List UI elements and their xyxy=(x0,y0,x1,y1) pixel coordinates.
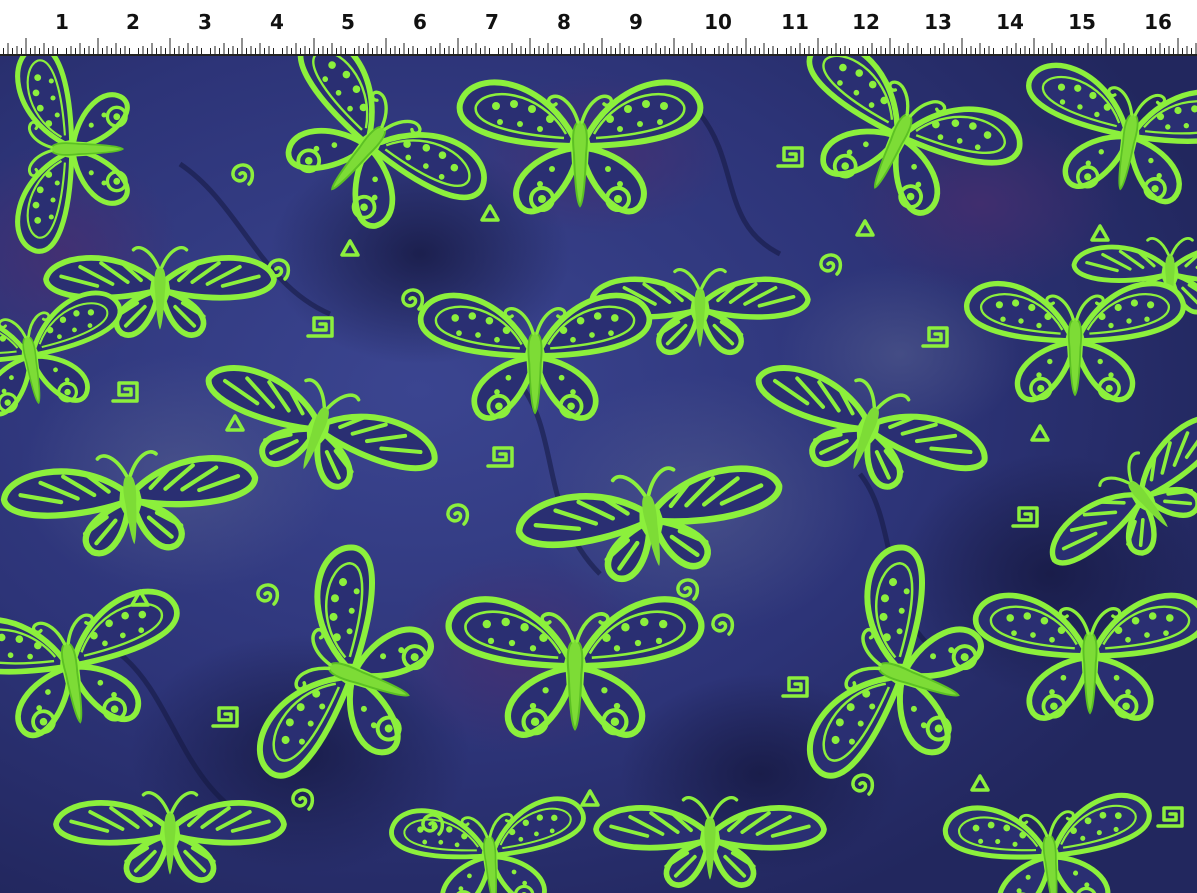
ruler-number: 1 xyxy=(55,10,69,34)
ruler-number: 16 xyxy=(1144,10,1172,34)
ruler-number: 7 xyxy=(485,10,499,34)
ruler-number: 12 xyxy=(852,10,880,34)
ruler-number: 6 xyxy=(413,10,427,34)
ruler-number: 9 xyxy=(629,10,643,34)
ruler-number: 3 xyxy=(198,10,212,34)
batik-fabric-pattern xyxy=(0,54,1197,893)
ruler-number: 15 xyxy=(1068,10,1096,34)
fabric-swatch-image: 1 2 3 4 5 6 7 8 9 10 11 12 13 14 15 16 xyxy=(0,0,1197,893)
inch-ruler: 1 2 3 4 5 6 7 8 9 10 11 12 13 14 15 16 xyxy=(0,0,1197,56)
ruler-number: 11 xyxy=(781,10,809,34)
ruler-number: 5 xyxy=(341,10,355,34)
ruler-number: 4 xyxy=(270,10,284,34)
ruler-number: 8 xyxy=(557,10,571,34)
ruler-number: 13 xyxy=(924,10,952,34)
ruler-number: 10 xyxy=(704,10,732,34)
ruler-number: 14 xyxy=(996,10,1024,34)
ruler-number: 2 xyxy=(126,10,140,34)
